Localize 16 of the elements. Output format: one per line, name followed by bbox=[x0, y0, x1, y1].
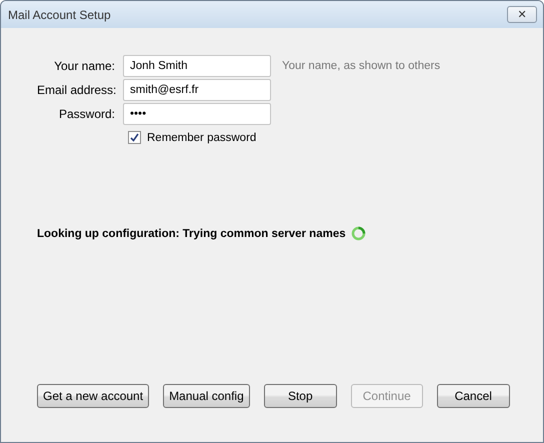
dialog-button[interactable]: Manual config bbox=[163, 384, 250, 408]
input-field[interactable]: •••• bbox=[123, 103, 271, 125]
checkbox[interactable] bbox=[128, 131, 141, 144]
window-title: Mail Account Setup bbox=[8, 8, 111, 22]
field-label: Email address: bbox=[37, 83, 115, 97]
dialog-button[interactable]: Get a new account bbox=[37, 384, 150, 408]
checkbox-label: Remember password bbox=[147, 132, 256, 144]
input-field[interactable]: Jonh Smith bbox=[123, 55, 271, 77]
dialog-button[interactable]: Cancel bbox=[436, 384, 510, 408]
input-field[interactable]: smith@esrf.fr bbox=[123, 79, 271, 101]
close-button[interactable]: ✕ bbox=[507, 6, 537, 23]
field-label: Your name: bbox=[53, 59, 115, 73]
field-hint: Your name, as shown to others bbox=[281, 60, 442, 72]
status-message: Looking up configuration: Trying common server names bbox=[37, 228, 346, 240]
dialog-button[interactable]: Stop bbox=[264, 384, 337, 408]
field-label: Password: bbox=[58, 107, 115, 121]
